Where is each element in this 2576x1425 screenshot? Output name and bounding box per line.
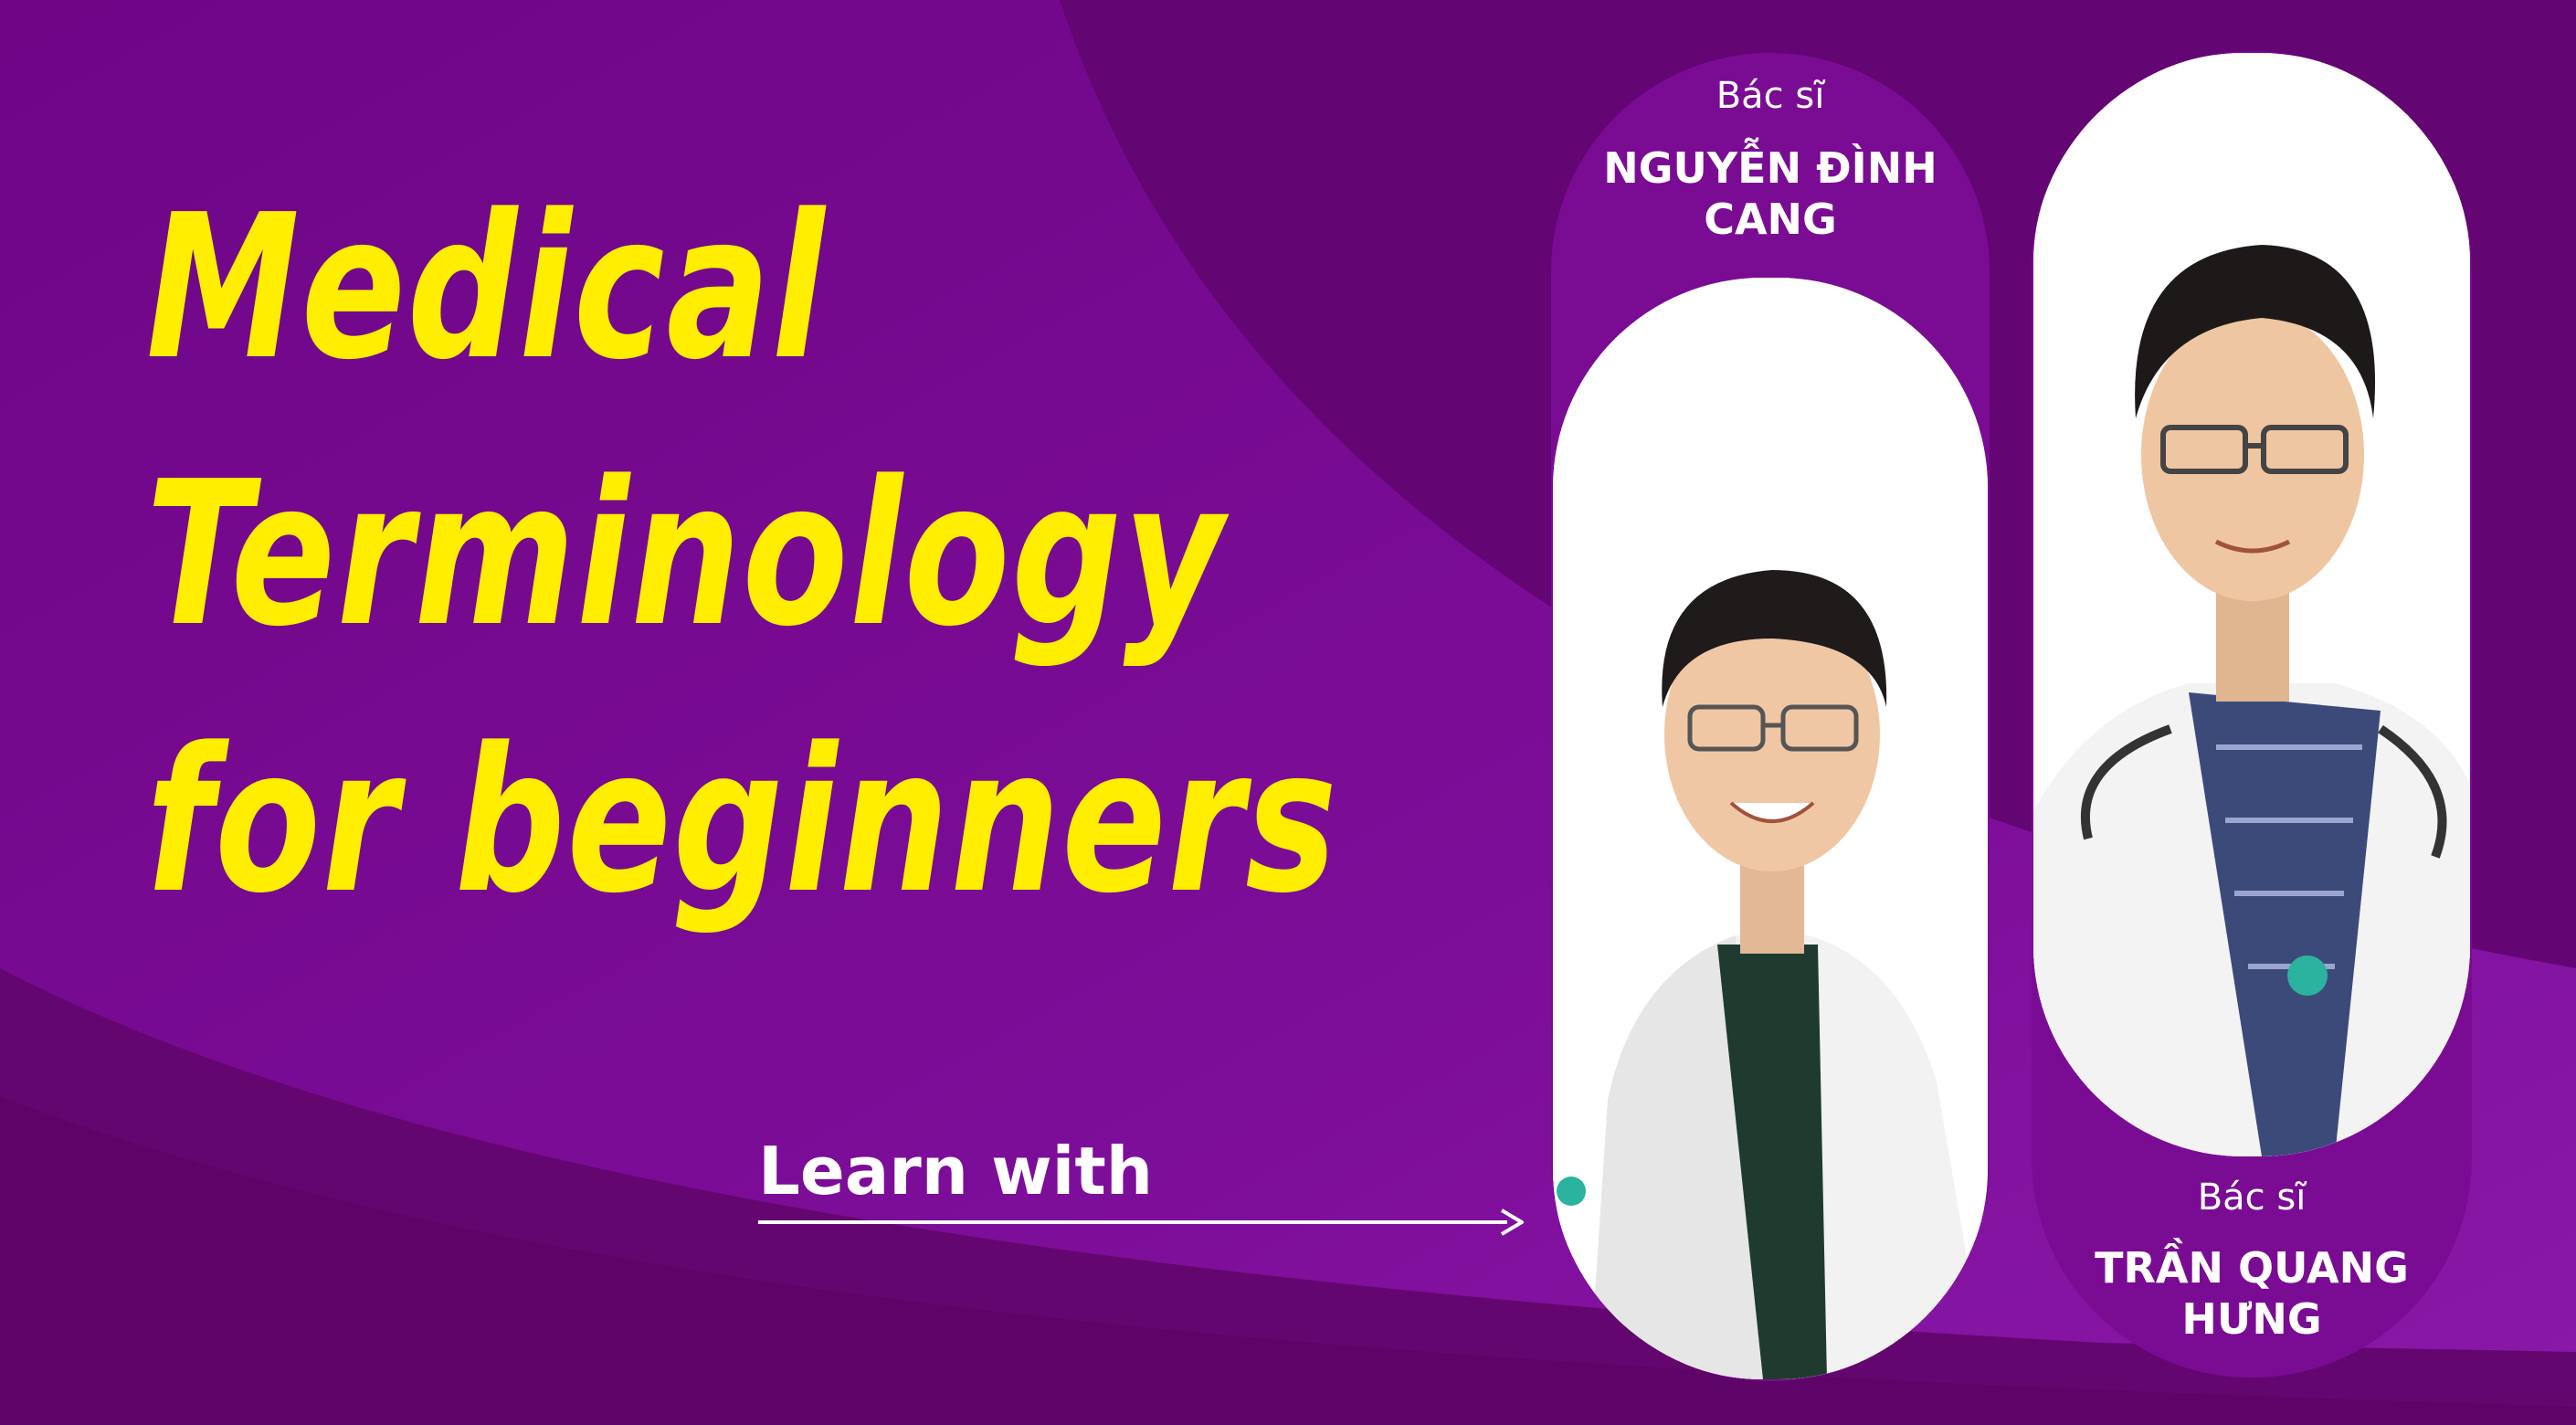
doctor-1-name: NGUYỄN ĐÌNH CANG — [1551, 142, 1990, 245]
doctor-2-prefix: Bác sĩ — [2197, 1177, 2307, 1219]
course-title: Medical Terminology for beginners — [146, 155, 1338, 955]
doctor-1-photo — [1553, 278, 1988, 1379]
learn-with-label: Learn with — [758, 1133, 1153, 1209]
doctor-2-name-line-2: HƯNG — [2181, 1294, 2322, 1344]
title-line-3: for beginners — [146, 706, 1339, 937]
doctor-2-photo — [2033, 53, 2470, 1156]
doctor-1-portrait — [1553, 278, 1988, 1379]
doctor-2-name: TRẦN QUANG HƯNG — [2032, 1242, 2472, 1345]
doctor-card-1: Bác sĩ NGUYỄN ĐÌNH CANG — [1551, 53, 1990, 1381]
arrow-right-icon — [1500, 1209, 1524, 1236]
doctor-1-name-line-1: NGUYỄN ĐÌNH — [1603, 143, 1937, 193]
doctor-card-2: Bác sĩ TRẦN QUANG HƯNG — [2032, 51, 2472, 1378]
doctor-1-prefix: Bác sĩ — [1716, 75, 1825, 117]
doctor-1-name-line-2: CANG — [1704, 195, 1837, 244]
doctor-2-name-line-1: TRẦN QUANG — [2095, 1243, 2409, 1293]
title-line-1: Medical — [146, 173, 827, 404]
title-line-2: Terminology — [146, 439, 1226, 670]
doctor-2-portrait — [2033, 53, 2470, 1156]
arrow-line — [758, 1220, 1507, 1224]
